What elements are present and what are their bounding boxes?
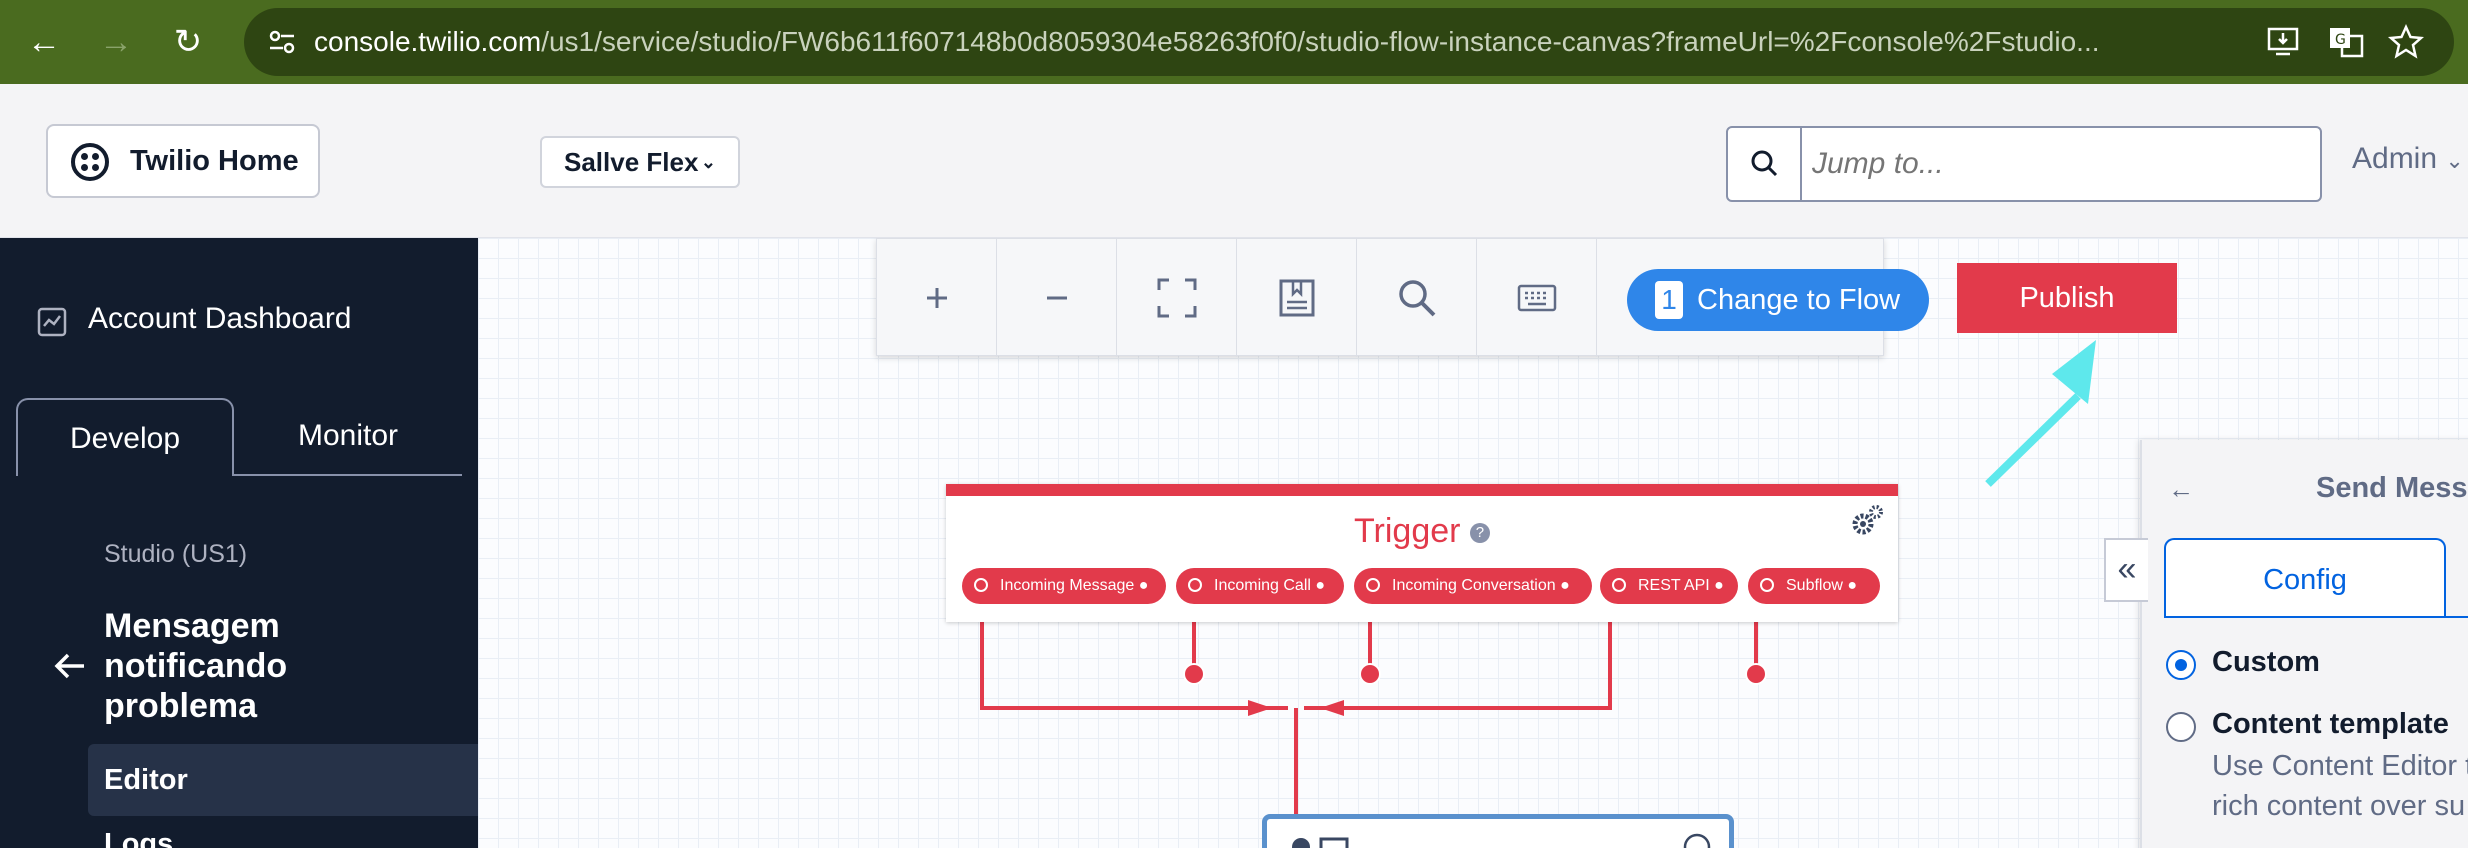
chevron-down-icon: ⌄ <box>700 152 716 172</box>
address-bar[interactable]: console.twilio.com/us1/service/studio/FW… <box>244 8 2454 76</box>
radio-content-template[interactable] <box>2166 712 2196 742</box>
flow-canvas[interactable]: 1 Change to Flow Publish Trigger ? Incom… <box>478 238 2468 848</box>
search-box <box>1726 126 2322 202</box>
tab-develop[interactable]: Develop <box>16 398 234 476</box>
back-arrow-icon[interactable] <box>50 646 90 686</box>
sidebar: Account Dashboard Develop Monitor Studio… <box>0 238 478 860</box>
search-icon[interactable] <box>1728 128 1802 200</box>
account-name: Sallve Flex <box>564 147 699 177</box>
template-help-line2: rich content over su <box>2212 790 2466 822</box>
dashboard-chart-icon <box>37 307 67 337</box>
breadcrumb-service[interactable]: Studio (US1) <box>104 540 247 569</box>
user-menu[interactable]: Admin ⌄ <box>2352 142 2464 176</box>
option-template-label: Content template <box>2212 708 2449 740</box>
tab-underline <box>2164 616 2468 618</box>
translate-icon[interactable]: G <box>2326 22 2366 62</box>
back-arrow-icon[interactable]: ← <box>20 18 68 66</box>
tab-monitor[interactable]: Monitor <box>234 398 462 476</box>
browser-toolbar: ← → ↻ console.twilio.com/us1/service/stu… <box>0 0 2468 84</box>
reload-icon[interactable]: ↻ <box>164 18 212 66</box>
bookmark-star-icon[interactable] <box>2386 22 2426 62</box>
collapse-panel-icon[interactable]: « <box>2104 538 2148 602</box>
forward-arrow-icon[interactable]: → <box>92 18 140 66</box>
svg-text:G: G <box>2335 32 2346 48</box>
panel-title: Send Mess <box>2316 472 2468 504</box>
chevron-down-icon: ⌄ <box>2445 148 2464 173</box>
site-settings-icon[interactable] <box>266 26 298 58</box>
account-selector[interactable]: Sallve Flex ⌄ <box>540 136 740 188</box>
sidebar-item-editor[interactable]: Editor <box>88 744 478 816</box>
sidebar-tabs: Develop Monitor <box>16 398 462 476</box>
template-help-line1: Use Content Editor t <box>2212 750 2468 782</box>
console-header: Twilio Home Sallve Flex ⌄ Admin ⌄ <box>0 84 2468 238</box>
install-app-icon[interactable] <box>2264 22 2304 62</box>
twilio-logo-icon <box>71 143 109 181</box>
tab-config[interactable]: Config <box>2164 538 2446 618</box>
back-arrow-icon[interactable]: ← <box>2168 474 2194 505</box>
twilio-home-button[interactable]: Twilio Home <box>46 124 320 198</box>
flow-name: Mensagem notificando problema <box>104 607 288 725</box>
sidebar-item-logs[interactable]: Logs <box>104 828 173 861</box>
search-input[interactable] <box>1810 136 2310 192</box>
radio-custom[interactable] <box>2166 650 2196 680</box>
url-text: console.twilio.com/us1/service/studio/FW… <box>314 26 2100 57</box>
home-label: Twilio Home <box>130 145 299 177</box>
option-custom-label: Custom <box>2212 646 2320 678</box>
